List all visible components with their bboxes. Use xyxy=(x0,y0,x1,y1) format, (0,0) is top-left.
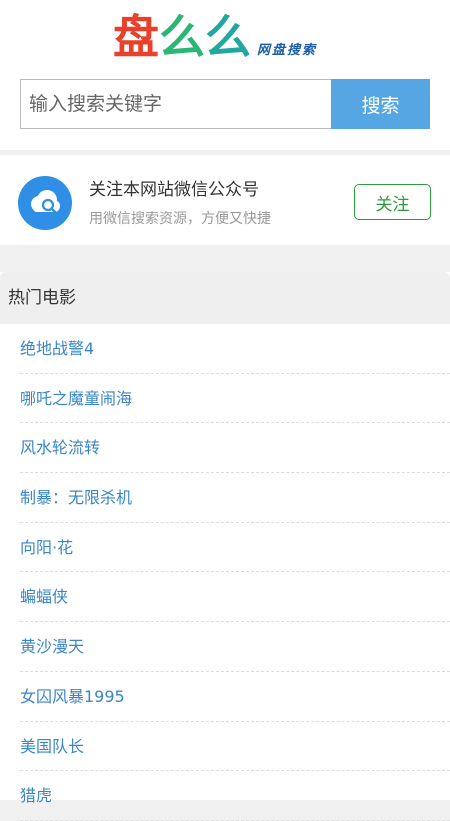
movie-link[interactable]: 风水轮流转 xyxy=(20,423,450,474)
wechat-follow-card: 关注本网站微信公众号 用微信搜索资源，方便又快捷 关注 xyxy=(0,155,450,245)
movie-link[interactable]: 女囚风暴1995 xyxy=(20,672,450,722)
follow-title: 关注本网站微信公众号 xyxy=(89,180,259,200)
movie-link[interactable]: 美国队长 xyxy=(20,722,450,772)
search-bar: 搜索 xyxy=(20,79,430,129)
logo-subtitle: 网盘搜索 xyxy=(257,43,318,58)
hot-movies-title: 热门电影 xyxy=(0,272,450,324)
header: 盘 么 么 网盘搜索 搜索 xyxy=(0,0,450,150)
site-logo[interactable]: 盘 么 么 网盘搜索 xyxy=(113,10,317,64)
movie-link[interactable]: 蝙蝠侠 xyxy=(20,572,450,623)
movie-link[interactable]: 猎虎 xyxy=(20,771,450,821)
movie-link[interactable]: 绝地战警4 xyxy=(20,324,450,374)
logo-char-1: 盘 xyxy=(113,10,159,64)
movie-link[interactable]: 制暴：无限杀机 xyxy=(20,473,450,523)
movie-list: 绝地战警4 哪吒之魔童闹海 风水轮流转 制暴：无限杀机 向阳·花 蝙蝠侠 黄沙漫… xyxy=(0,324,450,821)
logo-char-2: 么 xyxy=(159,10,205,64)
follow-subtitle: 用微信搜索资源，方便又快捷 xyxy=(89,211,271,227)
search-button[interactable]: 搜索 xyxy=(331,79,430,129)
follow-button[interactable]: 关注 xyxy=(354,184,431,220)
movie-link[interactable]: 黄沙漫天 xyxy=(20,622,450,672)
cloud-search-icon xyxy=(18,176,72,230)
movie-link[interactable]: 哪吒之魔童闹海 xyxy=(20,374,450,424)
hot-movies-section: 热门电影 绝地战警4 哪吒之魔童闹海 风水轮流转 制暴：无限杀机 向阳·花 蝙蝠… xyxy=(0,272,450,821)
search-input[interactable] xyxy=(20,79,331,129)
logo-char-3: 么 xyxy=(205,10,251,64)
movie-link[interactable]: 向阳·花 xyxy=(20,523,450,573)
